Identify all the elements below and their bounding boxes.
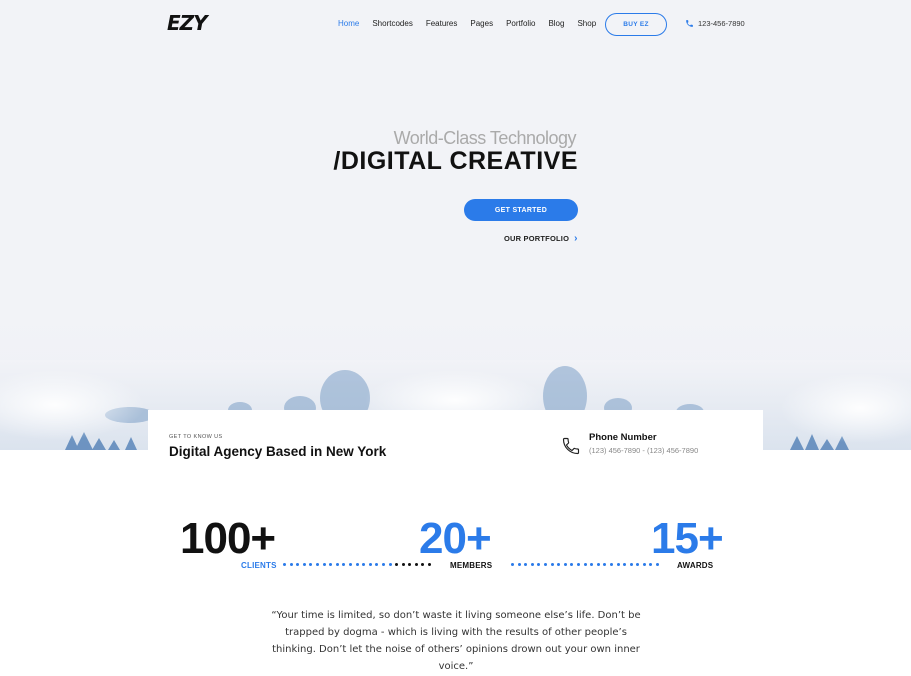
stat-divider-1 bbox=[283, 563, 435, 566]
header-phone-number: 123-456-7890 bbox=[698, 19, 745, 28]
hero-title: /DIGITAL CREATIVE bbox=[333, 147, 578, 175]
main-nav: Home Shortcodes Features Pages Portfolio… bbox=[338, 19, 609, 29]
info-eyebrow: GET TO KNOW US bbox=[169, 434, 223, 440]
stat-clients-value: 100+ bbox=[180, 514, 276, 563]
stat-divider-2 bbox=[511, 563, 663, 566]
nav-features[interactable]: Features bbox=[426, 19, 458, 29]
hero-subtitle: World-Class Technology bbox=[393, 128, 577, 148]
testimonial-quote: “Your time is limited, so don’t waste it… bbox=[271, 610, 641, 672]
get-started-button[interactable]: GET STARTED bbox=[464, 199, 578, 221]
nav-blog[interactable]: Blog bbox=[548, 19, 564, 29]
stat-clients-label: CLIENTS bbox=[241, 561, 277, 570]
phone-icon bbox=[686, 20, 693, 27]
nav-pages[interactable]: Pages bbox=[470, 19, 493, 29]
our-portfolio-link[interactable]: OUR PORTFOLIO › bbox=[504, 233, 578, 244]
phone-number-label: Phone Number bbox=[589, 432, 657, 443]
stat-members-label: MEMBERS bbox=[450, 561, 493, 570]
stat-members-value: 20+ bbox=[419, 514, 492, 563]
agency-title: Digital Agency Based in New York bbox=[169, 444, 387, 459]
info-card: GET TO KNOW US Digital Agency Based in N… bbox=[148, 410, 763, 470]
site-logo[interactable]: EZY bbox=[167, 11, 208, 35]
nav-portfolio[interactable]: Portfolio bbox=[506, 19, 535, 29]
phone-numbers[interactable]: (123) 456-7890 - (123) 456-7890 bbox=[589, 446, 698, 455]
stat-awards-label: AWARDS bbox=[677, 561, 714, 570]
stat-awards-value: 15+ bbox=[651, 514, 724, 563]
phone-outline-icon bbox=[562, 437, 580, 455]
header-phone[interactable]: 123-456-7890 bbox=[685, 19, 745, 28]
hero-section: EZY Home Shortcodes Features Pages Portf… bbox=[0, 0, 911, 450]
nav-shop[interactable]: Shop bbox=[577, 19, 596, 29]
nav-home[interactable]: Home bbox=[338, 19, 359, 29]
nav-shortcodes[interactable]: Shortcodes bbox=[372, 19, 412, 29]
chevron-right-icon: › bbox=[574, 233, 578, 244]
buy-button[interactable]: BUY EZ bbox=[605, 13, 667, 36]
our-portfolio-label: OUR PORTFOLIO bbox=[504, 234, 570, 243]
